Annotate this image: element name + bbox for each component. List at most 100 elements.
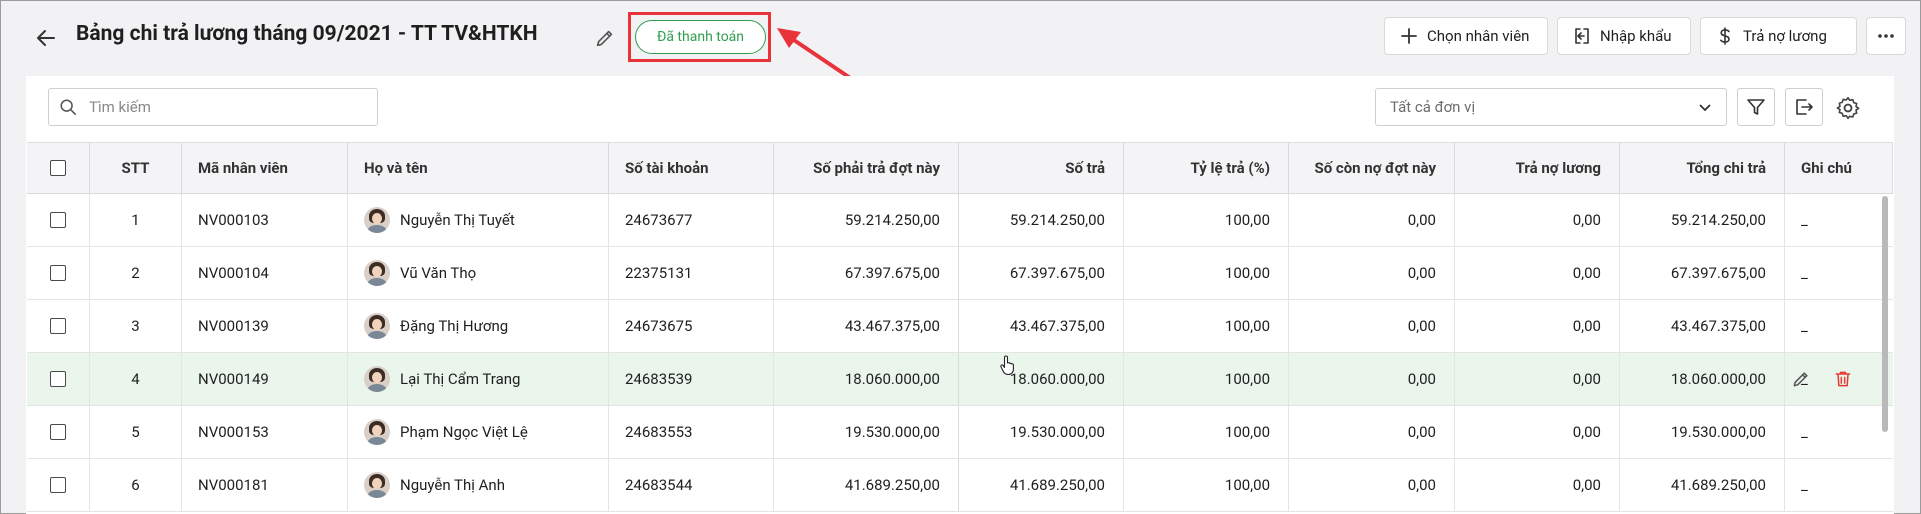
delete-icon[interactable] [1833, 369, 1853, 389]
pay-rate-cell: 100,00 [1124, 406, 1289, 458]
edit-icon[interactable] [1791, 369, 1811, 389]
import-button[interactable]: Nhập khẩu [1557, 17, 1691, 55]
employee-name: Nguyễn Thị Anh [400, 476, 505, 494]
column-header[interactable]: Tỷ lệ trả (%) [1124, 143, 1289, 193]
remaining-debt-cell: 0,00 [1289, 247, 1455, 299]
stt-cell: 5 [90, 406, 182, 458]
avatar [364, 313, 390, 339]
row-select-cell [27, 353, 90, 405]
avatar [364, 207, 390, 233]
unit-select[interactable]: Tất cả đơn vị [1375, 88, 1727, 126]
table-row[interactable]: 4 NV000149 Lại Thị Cẩm Trang 24683539 18.060… [27, 353, 1893, 406]
remaining-debt-cell: 0,00 [1289, 406, 1455, 458]
header-select-all-cell [27, 143, 90, 193]
column-header[interactable]: Ghi chú [1785, 143, 1893, 193]
employee-name: Phạm Ngọc Việt Lệ [400, 423, 528, 441]
choose-employee-button[interactable]: Chọn nhân viên [1384, 17, 1548, 55]
amount-due-cell: 43.467.375,00 [774, 300, 959, 352]
row-checkbox[interactable] [50, 265, 66, 281]
employee-name-cell: Nguyễn Thị Tuyết [348, 194, 609, 246]
search-input[interactable] [87, 97, 361, 117]
total-payment-cell: 43.467.375,00 [1620, 300, 1785, 352]
employee-name: Đặng Thị Hương [400, 317, 509, 335]
note-cell: _ [1801, 423, 1808, 441]
column-header[interactable]: Số phải trả đợt này [774, 143, 959, 193]
export-button[interactable] [1785, 88, 1823, 126]
filter-button[interactable] [1737, 88, 1775, 126]
column-header[interactable]: Số trả [959, 143, 1124, 193]
stt-cell: 6 [90, 459, 182, 511]
remaining-debt-cell: 0,00 [1289, 194, 1455, 246]
employee-name-cell: Đặng Thị Hương [348, 300, 609, 352]
total-payment-cell: 18.060.000,00 [1620, 353, 1785, 405]
stt-cell: 1 [90, 194, 182, 246]
total-payment-cell: 67.397.675,00 [1620, 247, 1785, 299]
stt-cell: 2 [90, 247, 182, 299]
note-cell: _ [1801, 211, 1808, 229]
column-header[interactable]: Tổng chi trả [1620, 143, 1785, 193]
amount-paid-cell: 41.689.250,00 [959, 459, 1124, 511]
table-row[interactable]: 3 NV000139 Đặng Thị Hương 24673675 43.467.37… [27, 300, 1893, 353]
remaining-debt-cell: 0,00 [1289, 300, 1455, 352]
vertical-scrollbar[interactable] [1882, 196, 1888, 432]
status-badge: Đã thanh toán [635, 20, 766, 54]
remaining-debt-cell: 0,00 [1289, 459, 1455, 511]
payroll-table: STT Mã nhân viên Họ và tên Số tài khoản … [27, 142, 1893, 512]
select-all-checkbox[interactable] [50, 160, 66, 176]
total-payment-cell: 59.214.250,00 [1620, 194, 1785, 246]
amount-paid-cell: 19.530.000,00 [959, 406, 1124, 458]
amount-due-cell: 19.530.000,00 [774, 406, 959, 458]
salary-debt-paid-cell: 0,00 [1455, 194, 1620, 246]
more-button[interactable] [1866, 17, 1906, 55]
employee-name-cell: Lại Thị Cẩm Trang [348, 353, 609, 405]
row-select-cell [27, 300, 90, 352]
stt-cell: 3 [90, 300, 182, 352]
amount-due-cell: 59.214.250,00 [774, 194, 959, 246]
row-checkbox[interactable] [50, 318, 66, 334]
row-checkbox[interactable] [50, 424, 66, 440]
search-box[interactable] [48, 88, 378, 126]
avatar [364, 366, 390, 392]
column-header[interactable]: Mã nhân viên [182, 143, 348, 193]
table-row[interactable]: 5 NV000153 Phạm Ngọc Việt Lệ 24683553 19.530… [27, 406, 1893, 459]
account-number-cell: 24683539 [609, 353, 774, 405]
column-header[interactable]: Số tài khoản [609, 143, 774, 193]
page-title: Bảng chi trả lương tháng 09/2021 - TT TV… [76, 22, 538, 46]
unit-select-value: Tất cả đơn vị [1390, 98, 1476, 116]
search-icon [60, 99, 76, 115]
account-number-cell: 24683553 [609, 406, 774, 458]
account-number-cell: 24683544 [609, 459, 774, 511]
employee-code-cell: NV000104 [182, 247, 348, 299]
salary-debt-paid-cell: 0,00 [1455, 406, 1620, 458]
stt-cell: 4 [90, 353, 182, 405]
note-cell: _ [1801, 476, 1808, 494]
back-arrow-icon[interactable] [34, 26, 58, 50]
amount-paid-cell: 43.467.375,00 [959, 300, 1124, 352]
edit-title-icon[interactable] [594, 27, 616, 49]
row-select-cell [27, 459, 90, 511]
row-checkbox[interactable] [50, 477, 66, 493]
table-row[interactable]: 1 NV000103 Nguyễn Thị Tuyết 24673677 59.214.… [27, 194, 1893, 247]
column-header[interactable]: Họ và tên [348, 143, 609, 193]
salary-debt-paid-cell: 0,00 [1455, 459, 1620, 511]
chevron-down-icon [1699, 104, 1711, 112]
row-select-cell [27, 406, 90, 458]
table-row[interactable]: 2 NV000104 Vũ Văn Thọ 22375131 67.397.675,00… [27, 247, 1893, 300]
gear-icon[interactable] [1835, 95, 1861, 121]
choose-employee-label: Chọn nhân viên [1427, 27, 1530, 45]
amount-due-cell: 41.689.250,00 [774, 459, 959, 511]
account-number-cell: 22375131 [609, 247, 774, 299]
salary-debt-paid-cell: 0,00 [1455, 353, 1620, 405]
pay-salary-debt-button[interactable]: Trả nợ lương [1700, 17, 1857, 55]
total-payment-cell: 19.530.000,00 [1620, 406, 1785, 458]
employee-name: Lại Thị Cẩm Trang [400, 370, 521, 388]
total-payment-cell: 41.689.250,00 [1620, 459, 1785, 511]
row-checkbox[interactable] [50, 212, 66, 228]
table-row[interactable]: 6 NV000181 Nguyễn Thị Anh 24683544 41.689.25… [27, 459, 1893, 512]
column-header[interactable]: Trả nợ lương [1455, 143, 1620, 193]
note-cell: _ [1801, 264, 1808, 282]
column-header[interactable]: STT [90, 143, 182, 193]
column-header[interactable]: Số còn nợ đợt này [1289, 143, 1455, 193]
row-checkbox[interactable] [50, 371, 66, 387]
import-label: Nhập khẩu [1600, 27, 1672, 45]
